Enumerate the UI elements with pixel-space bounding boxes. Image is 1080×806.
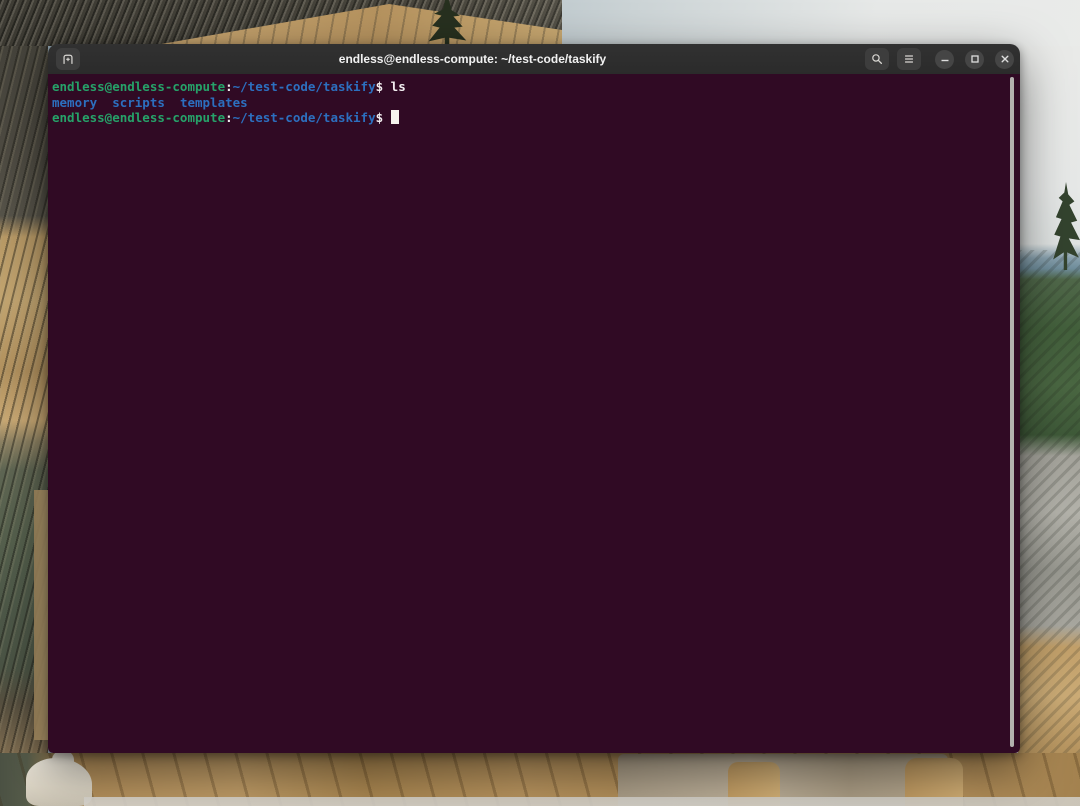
- headerbar[interactable]: endless@endless-compute: ~/test-code/tas…: [48, 44, 1020, 75]
- prompt-path: ~/test-code/taskify: [233, 79, 376, 94]
- maximize-button[interactable]: [965, 50, 984, 69]
- prompt-path: ~/test-code/taskify: [233, 110, 376, 125]
- terminal-line-prompt-ls: endless@endless-compute:~/test-code/task…: [52, 79, 1020, 95]
- search-icon: [870, 52, 884, 66]
- typed-command: ls: [391, 79, 406, 94]
- wallpaper-right-texture: [1018, 250, 1080, 753]
- maximize-icon: [969, 53, 981, 65]
- prompt-symbol: $: [376, 79, 384, 94]
- menu-button[interactable]: [897, 48, 921, 70]
- prompt-user-host: endless@endless-compute: [52, 110, 225, 125]
- prompt-user-host: endless@endless-compute: [52, 79, 225, 94]
- minimize-icon: [939, 53, 951, 65]
- scrollbar-thumb[interactable]: [1010, 77, 1014, 747]
- minimize-button[interactable]: [935, 50, 954, 69]
- prompt-separator: :: [225, 110, 233, 125]
- directory-entry: templates: [180, 95, 248, 110]
- hamburger-menu-icon: [902, 52, 916, 66]
- directory-entry: memory: [52, 95, 97, 110]
- terminal-content[interactable]: endless@endless-compute:~/test-code/task…: [48, 74, 1020, 753]
- close-button[interactable]: [995, 50, 1014, 69]
- window-title: endless@endless-compute: ~/test-code/tas…: [80, 52, 865, 66]
- terminal-cursor: [391, 110, 399, 124]
- new-tab-icon: [61, 52, 75, 66]
- terminal-window: endless@endless-compute: ~/test-code/tas…: [48, 44, 1020, 753]
- terminal-line-current-prompt: endless@endless-compute:~/test-code/task…: [52, 110, 1020, 126]
- prompt-symbol: $: [376, 110, 384, 125]
- wallpaper-left-post: [34, 490, 48, 740]
- wallpaper-floor-strip: [84, 797, 1080, 806]
- close-icon: [999, 53, 1011, 65]
- prompt-separator: :: [225, 79, 233, 94]
- terminal-line-ls-output: memory scripts templates: [52, 95, 1020, 111]
- directory-entry: scripts: [112, 95, 165, 110]
- search-button[interactable]: [865, 48, 889, 70]
- new-tab-button[interactable]: [56, 48, 80, 70]
